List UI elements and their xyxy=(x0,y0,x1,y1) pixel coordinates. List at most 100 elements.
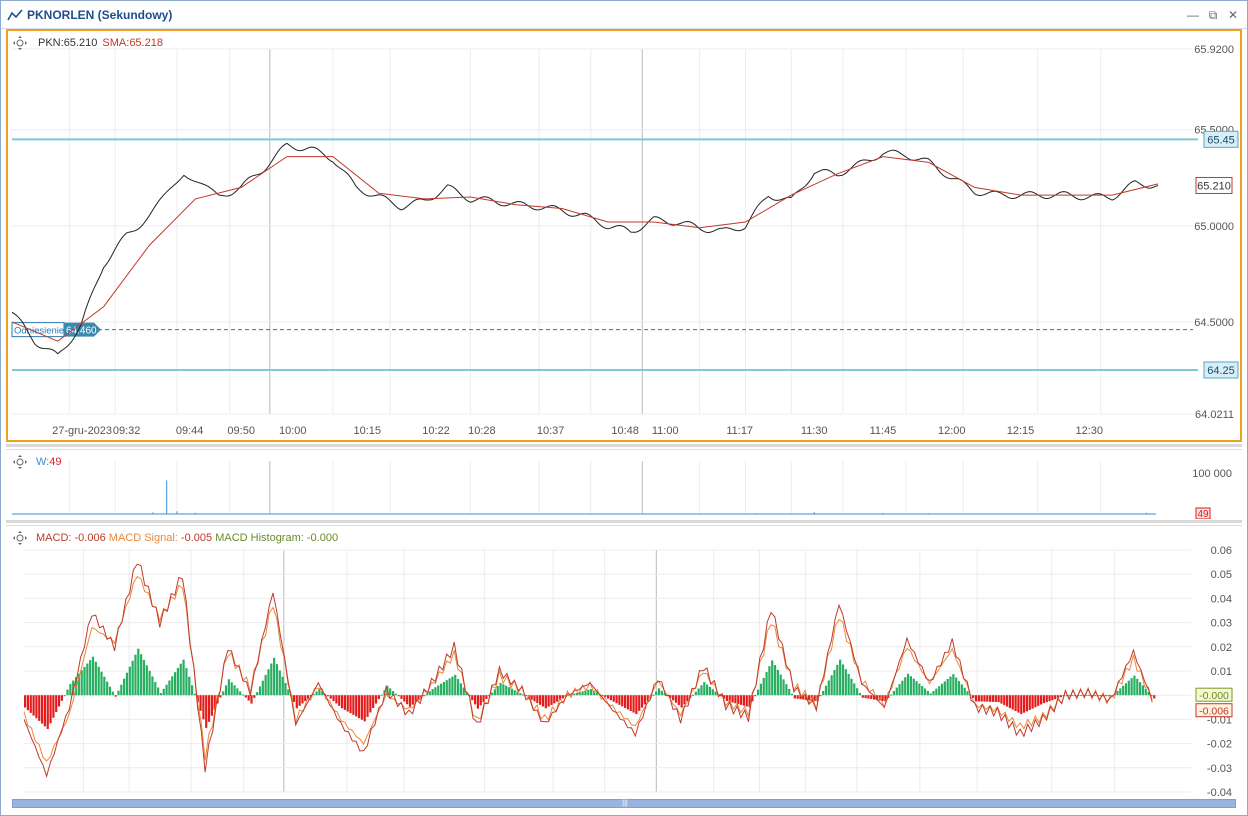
price-panel[interactable]: 65.9200 65.5000 65.0000 64.5000 64.0211 65.45… xyxy=(6,29,1242,442)
histogram-bar xyxy=(479,695,482,706)
x-tick-label: 10:48 xyxy=(611,425,639,437)
x-tick-label: 11:30 xyxy=(801,425,828,437)
price-chart[interactable]: 65.920065.500065.000064.500064.021165.45… xyxy=(8,31,1240,440)
y-tick-label: 64.0211 xyxy=(1195,409,1234,421)
y-tick-label: 0.03 xyxy=(1211,618,1232,630)
histogram-bar xyxy=(46,695,49,729)
histogram-bar xyxy=(561,695,564,699)
histogram-bar xyxy=(1003,695,1006,706)
histogram-bar xyxy=(790,693,794,696)
histogram-bar xyxy=(408,695,412,707)
histogram-bar xyxy=(261,680,264,696)
histogram-bar xyxy=(870,695,873,700)
histogram-bar xyxy=(926,690,929,696)
histogram-bar xyxy=(841,664,845,696)
histogram-bar xyxy=(360,695,363,720)
histogram-bar xyxy=(485,695,488,699)
histogram-bar xyxy=(193,693,196,696)
histogram-bar xyxy=(222,691,225,696)
histogram-bar xyxy=(83,666,86,696)
histogram-bar xyxy=(1034,695,1037,708)
histogram-bar xyxy=(52,695,55,718)
histogram-bar xyxy=(60,695,63,701)
histogram-bar xyxy=(1000,695,1003,704)
histogram-bar xyxy=(284,683,287,696)
histogram-bar xyxy=(590,689,593,696)
histogram-bar xyxy=(380,694,383,696)
y-tick-label: 0.06 xyxy=(1211,545,1232,557)
histogram-bar xyxy=(210,695,213,716)
move-handle-icon[interactable] xyxy=(12,35,28,51)
histogram-bar xyxy=(1054,695,1057,700)
window-title: PKNORLEN (Sekundowy) xyxy=(27,8,173,22)
histogram-bar xyxy=(171,676,174,696)
histogram-bar xyxy=(771,660,774,696)
macd-chart[interactable]: 0.060.050.040.030.020.010-0.01-0.02-0.03… xyxy=(6,526,1242,798)
x-tick-label: 11:45 xyxy=(870,425,897,437)
move-handle-icon[interactable] xyxy=(12,454,28,470)
histogram-bar xyxy=(454,674,457,696)
histogram-bar xyxy=(1133,675,1136,696)
scroll-grip-icon[interactable]: ||| xyxy=(619,800,631,807)
histogram-bar xyxy=(24,695,27,708)
histogram-bar xyxy=(219,695,222,698)
x-tick-label: 12:30 xyxy=(1075,425,1103,437)
move-handle-icon[interactable] xyxy=(12,530,28,546)
histogram-bar xyxy=(989,695,992,702)
histogram-bar xyxy=(957,680,961,696)
histogram-bar xyxy=(734,695,737,704)
horizontal-scrollbar[interactable]: ||| xyxy=(12,799,1236,808)
x-tick-label: 10:37 xyxy=(537,425,565,437)
hist-legend-label: MACD Histogram: xyxy=(215,532,304,544)
histogram-bar xyxy=(833,670,836,696)
histogram-bar xyxy=(836,664,839,696)
histogram-bar xyxy=(623,695,627,708)
histogram-bar xyxy=(997,695,1000,703)
histogram-bar xyxy=(629,695,632,711)
histogram-bar xyxy=(1139,682,1142,696)
histogram-bar xyxy=(904,677,907,696)
histogram-bar xyxy=(850,678,853,696)
histogram-bar xyxy=(448,678,451,696)
histogram-bar xyxy=(389,688,392,696)
volume-chart[interactable]: 100 000049 xyxy=(6,450,1242,519)
histogram-bar xyxy=(536,695,539,704)
histogram-bar xyxy=(329,695,332,699)
histogram-bar xyxy=(91,656,95,696)
histogram-bar xyxy=(86,663,89,696)
panel-splitter[interactable] xyxy=(6,520,1242,523)
restore-button[interactable]: ⧉ xyxy=(1205,7,1221,23)
macd-panel[interactable]: 0.060.050.040.030.020.010-0.01-0.02-0.03… xyxy=(6,525,1242,798)
histogram-bar xyxy=(38,695,41,721)
histogram-bar xyxy=(1051,695,1054,701)
pkn-legend-label: PKN: xyxy=(38,37,64,49)
histogram-bar xyxy=(711,689,714,696)
histogram-bar xyxy=(946,678,949,696)
histogram-bar xyxy=(550,695,553,706)
x-tick-label: 12:00 xyxy=(938,425,966,437)
histogram-bar xyxy=(768,666,771,696)
close-button[interactable]: ✕ xyxy=(1225,7,1241,23)
histogram-bar xyxy=(40,695,44,724)
histogram-bar xyxy=(1153,695,1156,699)
histogram-bar xyxy=(541,695,545,707)
y-tick-label: -0.02 xyxy=(1207,739,1232,751)
histogram-bar xyxy=(694,691,697,696)
histogram-bar xyxy=(1039,695,1043,705)
histogram-bar xyxy=(207,695,211,722)
histogram-bar xyxy=(830,675,833,696)
histogram-bar xyxy=(1119,688,1122,696)
panel-splitter[interactable] xyxy=(6,444,1242,447)
y-tick-label: 65.9200 xyxy=(1194,44,1234,56)
histogram-bar xyxy=(507,687,511,696)
histogram-bar xyxy=(476,695,479,709)
minimize-button[interactable]: — xyxy=(1185,7,1201,23)
histogram-bar xyxy=(739,695,743,705)
volume-panel[interactable]: 100 000049 W:49 xyxy=(6,449,1242,519)
histogram-bar xyxy=(822,690,825,696)
histogram-bar xyxy=(273,657,276,696)
histogram-bar xyxy=(1028,695,1031,710)
histogram-bar xyxy=(97,666,100,696)
title-bar[interactable]: PKNORLEN (Sekundowy) — ⧉ ✕ xyxy=(1,1,1247,29)
histogram-bar xyxy=(168,680,171,696)
